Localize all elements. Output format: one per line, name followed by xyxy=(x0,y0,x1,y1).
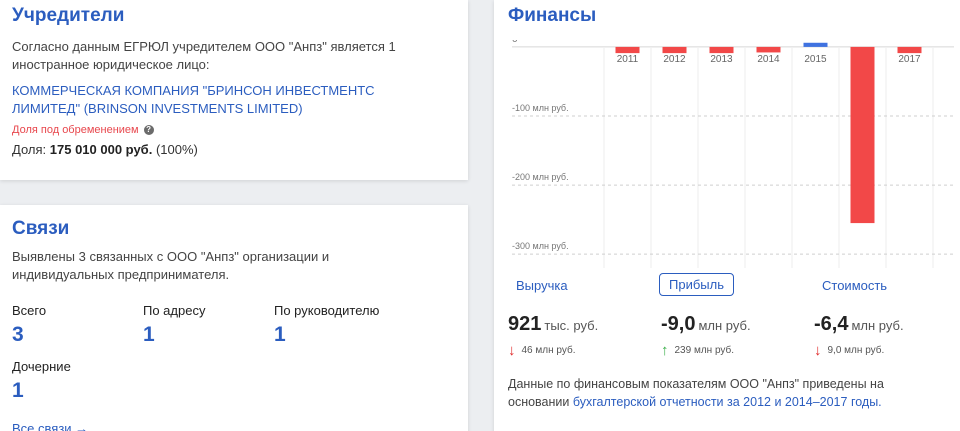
encumbrance-note: Доля под обременением ? xyxy=(12,124,154,136)
tab-profit[interactable]: Прибыль xyxy=(659,273,734,296)
links-address-value[interactable]: 1 xyxy=(143,323,155,347)
bar xyxy=(897,46,922,54)
all-links-link[interactable]: Все связи → xyxy=(12,420,88,431)
arrow-up-icon: ↑ xyxy=(661,342,669,359)
revenue-metric: 921 тыс. руб. xyxy=(508,313,598,336)
x-tick-label: 2014 xyxy=(757,54,780,65)
bar xyxy=(803,42,828,47)
share-percent: (100%) xyxy=(155,142,198,157)
y-tick-label: -300 млн руб. xyxy=(512,241,569,251)
tab-value[interactable]: Стоимость xyxy=(822,278,887,293)
links-total-label: Всего xyxy=(12,303,47,318)
encumbrance-label: Доля под обременением xyxy=(12,124,139,136)
finance-footnote-line1: Данные по финансовым показателям ООО "Ан… xyxy=(508,377,884,391)
founder-company-link-line1[interactable]: КОММЕРЧЕСКАЯ КОМПАНИЯ "БРИНСОН ИНВЕСТМЕН… xyxy=(12,82,375,100)
revenue-delta-value: 46 млн руб. xyxy=(521,345,576,356)
profit-metric: -9,0 млн руб. xyxy=(661,313,751,336)
arrow-down-icon: ↓ xyxy=(508,342,516,359)
accounting-report-link[interactable]: бухгалтерской отчетности за 2012 и 2014–… xyxy=(573,395,882,409)
links-title: Связи xyxy=(12,218,70,239)
bar xyxy=(756,46,781,53)
profit-delta: ↑ 239 млн руб. xyxy=(661,342,734,359)
cost-unit: млн руб. xyxy=(851,318,904,333)
links-card: Связи Выявлены 3 связанных с ООО "Анпз" … xyxy=(0,205,468,431)
links-total-value[interactable]: 3 xyxy=(12,323,24,347)
revenue-value: 921 xyxy=(508,313,542,335)
info-icon[interactable]: ? xyxy=(143,125,154,135)
y-tick-label: -200 млн руб. xyxy=(512,172,569,182)
founders-description-line1: Согласно данным ЕГРЮЛ учредителем ООО "А… xyxy=(12,39,396,54)
profit-delta-value: 239 млн руб. xyxy=(674,345,735,356)
cost-delta: ↓ 9,0 млн руб. xyxy=(814,342,884,359)
links-description-line1: Выявлены 3 связанных с ООО "Анпз" органи… xyxy=(12,249,330,264)
founders-title: Учредители xyxy=(12,5,125,26)
footnote-basis: основании xyxy=(508,395,570,409)
bar xyxy=(709,46,734,54)
founders-card: Учредители Согласно данным ЕГРЮЛ учредит… xyxy=(0,0,468,180)
y-tick-label: -100 млн руб. xyxy=(512,103,569,113)
x-tick-label: 2017 xyxy=(898,54,921,65)
cost-metric: -6,4 млн руб. xyxy=(814,313,904,336)
x-tick-label: 2015 xyxy=(804,54,827,65)
cost-delta-value: 9,0 млн руб. xyxy=(827,345,885,356)
share-prefix: Доля: xyxy=(12,142,47,157)
links-subsidiary-value[interactable]: 1 xyxy=(12,379,24,403)
finance-title: Финансы xyxy=(508,5,597,26)
x-tick-label: 2013 xyxy=(710,54,733,65)
bar xyxy=(850,46,875,224)
founder-company-link-line2[interactable]: ЛИМИТЕД" (BRINSON INVESTMENTS LIMITED) xyxy=(12,100,303,118)
profit-value: -9,0 xyxy=(661,313,696,335)
cost-value: -6,4 xyxy=(814,313,849,335)
bar xyxy=(615,46,640,54)
links-subsidiary-label: Дочерние xyxy=(12,359,71,374)
y-tick-label: 0 xyxy=(512,40,518,45)
links-manager-label: По руководителю xyxy=(274,303,380,318)
x-tick-label: 2011 xyxy=(617,54,639,65)
founders-description-line2: иностранное юридическое лицо: xyxy=(12,57,210,72)
links-description-line2: индивидуальных предпринимателя. xyxy=(12,267,230,282)
links-address-label: По адресу xyxy=(143,303,206,318)
profit-unit: млн руб. xyxy=(698,318,751,333)
finance-footnote-line2: основании бухгалтерской отчетности за 20… xyxy=(508,393,882,411)
x-tick-label: 2012 xyxy=(663,54,686,65)
founder-share: Доля: 175 010 000 руб. (100%) xyxy=(12,141,198,159)
arrow-down-icon: ↓ xyxy=(814,342,822,359)
tab-revenue[interactable]: Выручка xyxy=(516,278,568,293)
revenue-delta: ↓ 46 млн руб. xyxy=(508,342,575,359)
share-amount: 175 010 000 руб. xyxy=(49,142,153,157)
revenue-unit: тыс. руб. xyxy=(544,318,599,333)
finance-card: Финансы 0 -100 млн руб. -200 млн руб. -300 … xyxy=(494,0,960,431)
bar xyxy=(662,46,687,54)
finance-chart: 0 -100 млн руб. -200 млн руб. -300 млн руб.… xyxy=(512,40,954,268)
links-manager-value[interactable]: 1 xyxy=(274,323,286,347)
